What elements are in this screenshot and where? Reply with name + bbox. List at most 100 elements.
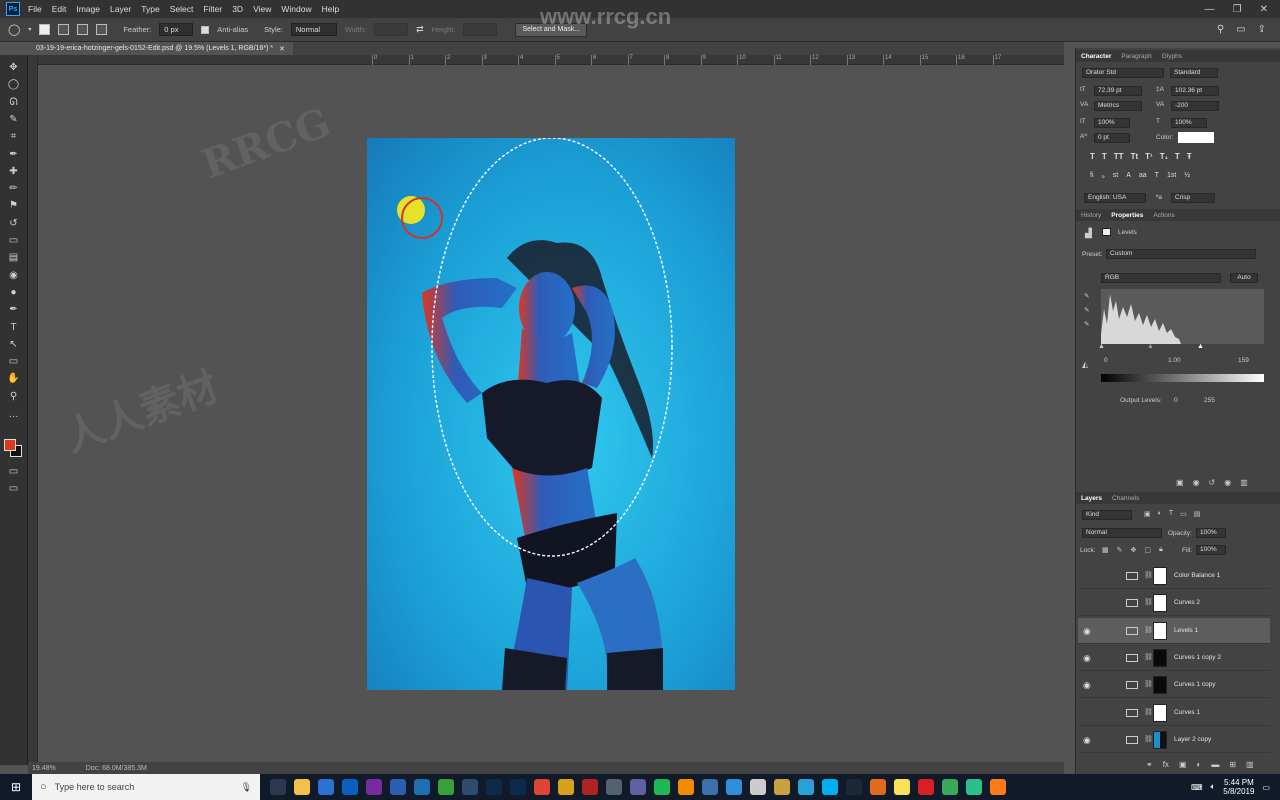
height-input[interactable]	[463, 23, 498, 36]
tab-actions[interactable]: Actions	[1153, 212, 1174, 219]
menu-filter[interactable]: Filter	[203, 4, 222, 14]
notes-icon[interactable]	[894, 779, 910, 795]
zoom-level[interactable]: 19.48%	[32, 765, 56, 772]
style-select[interactable]: Normal	[290, 23, 337, 36]
stylistic-button[interactable]: aa	[1139, 172, 1147, 180]
lock-all-icon[interactable]: 🔒︎	[1159, 546, 1163, 554]
chain-link-icon[interactable]: ⛓	[1144, 626, 1153, 634]
layer-mask-thumbnail[interactable]	[1153, 621, 1167, 640]
clip-icon[interactable]: ▣	[1176, 478, 1184, 487]
elliptical-marquee-icon[interactable]: ◯	[8, 23, 20, 36]
reset-icon[interactable]: ↺	[1209, 478, 1216, 487]
app-icon[interactable]	[774, 779, 790, 795]
layer-row[interactable]: ⛓ Color Balance 1	[1078, 563, 1270, 589]
chain-link-icon[interactable]: ⛓	[1144, 735, 1153, 743]
layer-row[interactable]: ⛓ Curves 2	[1078, 590, 1270, 617]
white-input-slider-icon[interactable]: ▲	[1197, 343, 1204, 350]
media-icon[interactable]	[414, 779, 430, 795]
volume-icon[interactable]: 🔈︎	[1210, 782, 1215, 792]
chain-link-icon[interactable]: ⛓	[1144, 680, 1153, 688]
smart-filter-icon[interactable]: ▤	[1194, 510, 1201, 518]
layer-mask-thumbnail[interactable]	[1153, 703, 1167, 722]
faux-italic-button[interactable]: T	[1102, 152, 1107, 161]
quick-mask-icon[interactable]: ▭	[5, 465, 22, 479]
blend-mode-select[interactable]: Normal	[1082, 528, 1162, 538]
minimize-icon[interactable]: —	[1205, 4, 1215, 15]
app-icon[interactable]	[870, 779, 886, 795]
new-group-icon[interactable]: ▬	[1211, 760, 1219, 769]
stamp-tool[interactable]: ⚑	[5, 199, 22, 213]
marquee-tool[interactable]: ◯	[5, 78, 22, 92]
subscript-button[interactable]: T₁	[1160, 152, 1168, 161]
eraser-tool[interactable]: ▭	[5, 234, 22, 248]
zoom-tool[interactable]: ⚲	[5, 390, 22, 404]
faux-bold-button[interactable]: T	[1090, 152, 1095, 161]
underline-button[interactable]: T	[1175, 152, 1180, 161]
tab-channels[interactable]: Channels	[1112, 495, 1139, 502]
add-selection-icon[interactable]	[58, 24, 70, 35]
antialias-select[interactable]: Crisp	[1171, 193, 1215, 203]
clock[interactable]: 5:44 PM 5/8/2019	[1223, 778, 1254, 796]
tab-history[interactable]: History	[1081, 212, 1101, 219]
intersect-selection-icon[interactable]	[96, 24, 108, 35]
chain-link-icon[interactable]: ⛓	[1144, 571, 1153, 579]
menu-image[interactable]: Image	[76, 4, 100, 14]
search-icon[interactable]: ⚲	[1217, 24, 1224, 35]
preset-select[interactable]: Custom	[1106, 249, 1256, 259]
output-black-value[interactable]: 0	[1174, 397, 1178, 404]
photoshop-icon[interactable]	[486, 779, 502, 795]
chain-link-icon[interactable]: ⛓	[1144, 708, 1153, 716]
text-color-swatch[interactable]	[1178, 132, 1214, 143]
font-size-input[interactable]: 72.39 pt	[1094, 86, 1142, 96]
menu-select[interactable]: Select	[170, 4, 194, 14]
foreground-color-swatch[interactable]	[4, 439, 16, 451]
notifications-icon[interactable]: ▭	[1262, 783, 1270, 792]
acrobat-icon[interactable]	[582, 779, 598, 795]
word-icon[interactable]	[390, 779, 406, 795]
menu-window[interactable]: Window	[281, 4, 311, 14]
leading-input[interactable]: 102.36 pt	[1171, 86, 1219, 96]
app-icon[interactable]	[798, 779, 814, 795]
tab-glyphs[interactable]: Glyphs	[1162, 53, 1182, 60]
crop-tool[interactable]: ⌗	[5, 130, 22, 144]
menu-view[interactable]: View	[253, 4, 271, 14]
netflix-icon[interactable]	[918, 779, 934, 795]
tracking-select[interactable]: -200	[1171, 101, 1219, 111]
chain-link-icon[interactable]: ⛓	[1144, 598, 1153, 606]
layer-row[interactable]: ◉ ⛓ Curves 1 copy	[1078, 672, 1270, 699]
app-icon[interactable]	[702, 779, 718, 795]
cloud-icon[interactable]	[990, 779, 1006, 795]
mask-icon[interactable]	[1102, 228, 1111, 236]
black-input-slider-icon[interactable]: ▲	[1098, 343, 1105, 350]
layer-row[interactable]: ◉ ⛓ Layer 2 copy	[1078, 727, 1270, 753]
blur-tool[interactable]: ◉	[5, 269, 22, 283]
swap-icon[interactable]: ⇄	[416, 24, 424, 35]
chain-link-icon[interactable]: ⛓	[1144, 653, 1153, 661]
brush-tool[interactable]: ✏	[5, 182, 22, 196]
menu-help[interactable]: Help	[322, 4, 339, 14]
vertical-scale-input[interactable]: 100%	[1094, 118, 1130, 128]
lightroom-icon[interactable]	[462, 779, 478, 795]
mail-icon[interactable]	[318, 779, 334, 795]
superscript-button[interactable]: T¹	[1145, 152, 1153, 161]
new-layer-icon[interactable]: ⊞	[1229, 760, 1236, 769]
visibility-eye-icon[interactable]: ◉	[1083, 653, 1091, 664]
menu-type[interactable]: Type	[141, 4, 159, 14]
ligatures-button[interactable]: fi	[1090, 172, 1094, 180]
start-button[interactable]: ⊞	[0, 774, 32, 800]
kerning-select[interactable]: Metrics	[1094, 101, 1142, 111]
skype-icon[interactable]	[822, 779, 838, 795]
app-icon[interactable]	[750, 779, 766, 795]
app-icon[interactable]	[606, 779, 622, 795]
adjustment-filter-icon[interactable]: ◐	[1158, 510, 1162, 518]
shape-filter-icon[interactable]: ▭	[1180, 510, 1187, 518]
share-icon[interactable]: ⇪	[1258, 24, 1266, 35]
steam-icon[interactable]	[846, 779, 862, 795]
delete-layer-icon[interactable]: ▥	[1246, 760, 1254, 769]
opacity-input[interactable]: 100%	[1196, 528, 1226, 538]
onenote-icon[interactable]	[366, 779, 382, 795]
auto-button[interactable]: Auto	[1230, 273, 1258, 283]
layer-mask-thumbnail[interactable]	[1153, 648, 1167, 667]
horizontal-scale-input[interactable]: 100%	[1171, 118, 1207, 128]
discretionary-button[interactable]: st	[1113, 172, 1118, 180]
